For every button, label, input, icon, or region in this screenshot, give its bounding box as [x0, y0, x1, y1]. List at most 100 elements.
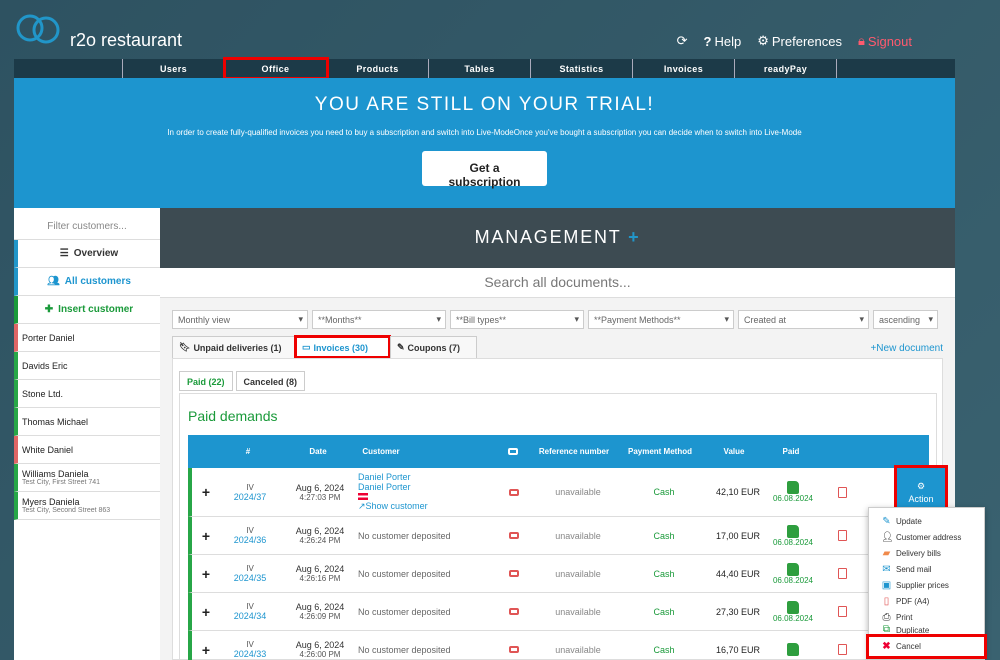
customer-link[interactable]: Daniel Porter	[358, 482, 411, 492]
customer-sidebar: Filter customers... ☰ Overview 👥︎ All cust…	[14, 208, 160, 660]
plus-icon: ✚	[44, 304, 54, 315]
inbox-icon	[509, 646, 519, 653]
nav-office[interactable]: Office	[223, 57, 329, 80]
table-row[interactable]: + IV 2024/35 Aug 6, 2024 4:26:16 PM No cus…	[188, 555, 929, 593]
months-select[interactable]: **Months**	[312, 310, 446, 329]
money-icon: ▣	[881, 579, 892, 591]
invoice-number-link[interactable]: 2024/36	[234, 535, 267, 545]
menu-item-pdf[interactable]: ▯ PDF (A4)	[869, 593, 984, 609]
menu-item-send-mail[interactable]: ✉ Send mail	[869, 561, 984, 577]
menu-item-update[interactable]: ✎ Update	[869, 513, 984, 529]
customer-item[interactable]: Myers Daniela Test City, Second Street 86…	[14, 492, 160, 520]
menu-item-customer-address[interactable]: 👤︎ Customer address	[869, 529, 984, 545]
top-bar: r2o restaurant ⟳ ? Help ⚙ Preferences 🔒︎ Si…	[0, 0, 1000, 58]
document-tabs: 🔖︎ Unpaid deliveries (1) ▭ Invoices (30) ✎…	[172, 335, 477, 359]
new-document-link[interactable]: +New document	[870, 343, 943, 354]
header-value: Value	[723, 447, 745, 456]
subtab-paid[interactable]: Paid (22)	[179, 371, 233, 391]
preferences-link[interactable]: ⚙ Preferences	[757, 33, 842, 49]
close-icon: ✖	[882, 641, 891, 652]
paid-demands-title: Paid demands	[188, 408, 278, 424]
gear-icon: ⚙	[916, 480, 926, 491]
expand-icon[interactable]: +	[202, 566, 210, 582]
view-select[interactable]: Monthly view	[172, 310, 308, 329]
table-row[interactable]: + IV 2024/34 Aug 6, 2024 4:26:09 PM No cus…	[188, 593, 929, 631]
refresh-icon: ⟳	[676, 33, 688, 48]
customer-item[interactable]: Davids Eric	[14, 352, 160, 380]
tab-unpaid-deliveries[interactable]: 🔖︎ Unpaid deliveries (1)	[172, 336, 295, 358]
subtab-canceled[interactable]: Canceled (8)	[235, 371, 306, 391]
customer-item[interactable]: Porter Daniel	[14, 324, 160, 352]
customer-item[interactable]: Thomas Michael	[14, 408, 160, 436]
pdf-icon[interactable]	[837, 486, 847, 498]
pdf-icon[interactable]	[837, 606, 847, 617]
nav-statistics[interactable]: Statistics	[531, 59, 633, 78]
customer-link[interactable]: Daniel Porter	[358, 472, 411, 482]
get-subscription-button[interactable]: Get a subscription	[422, 151, 547, 189]
customer-item[interactable]: Williams Daniela Test City, First Street …	[14, 464, 160, 492]
help-icon: ?	[703, 33, 712, 49]
tab-invoices[interactable]: ▭ Invoices (30)	[294, 335, 391, 359]
austria-flag-icon	[358, 493, 368, 500]
menu-item-duplicate[interactable]: ⧉ Duplicate	[869, 625, 984, 635]
pdf-icon[interactable]	[837, 644, 847, 655]
invoice-number-link[interactable]: 2024/33	[234, 649, 267, 659]
invoice-number-link[interactable]: 2024/35	[234, 573, 267, 583]
pdf-icon[interactable]	[837, 530, 847, 541]
refresh-button[interactable]: ⟳	[677, 33, 688, 49]
help-link[interactable]: ? Help	[704, 34, 742, 49]
header-num: #	[245, 447, 251, 456]
signout-link[interactable]: 🔒︎ Signout	[858, 33, 912, 49]
filter-customers-input[interactable]: Filter customers...	[14, 208, 160, 240]
status-subtabs: Paid (22) Canceled (8)	[179, 371, 306, 391]
invoice-number-link[interactable]: 2024/37	[234, 492, 267, 502]
table-row[interactable]: + IV 2024/36 Aug 6, 2024 4:26:24 PM No cus…	[188, 517, 929, 555]
all-customers-button[interactable]: 👥︎ All customers	[14, 268, 160, 296]
menu-item-delivery-bills[interactable]: ▰ Delivery bills	[869, 545, 984, 561]
nav-users[interactable]: Users	[123, 59, 225, 78]
trial-banner: YOU ARE STILL ON YOUR TRIAL! In order to…	[14, 78, 955, 208]
search-documents-input[interactable]: Search all documents...	[160, 268, 955, 298]
insert-customer-button[interactable]: ✚ Insert customer	[14, 296, 160, 324]
card-icon: ▭	[302, 342, 311, 352]
thumbs-up-icon	[787, 562, 799, 576]
customer-item[interactable]: White Daniel	[14, 436, 160, 464]
expand-icon[interactable]: +	[202, 528, 210, 544]
magic-wand-icon: ✎	[882, 515, 891, 527]
overview-button[interactable]: ☰ Overview	[14, 240, 160, 268]
table-header: # Date Customer Reference number Payment…	[188, 435, 929, 468]
bookmark-icon: 🔖︎	[179, 342, 191, 352]
sort-order-select[interactable]: ascending	[873, 310, 938, 329]
expand-icon[interactable]: +	[202, 642, 210, 658]
top-nav: ⟳ ? Help ⚙ Preferences 🔒︎ Signout	[677, 33, 912, 49]
lock-icon: 🔒︎	[857, 33, 865, 48]
thumbs-up-icon	[787, 481, 799, 494]
filter-bar: Monthly view **Months** **Bill types** *…	[172, 310, 938, 329]
tab-coupons[interactable]: ✎ Coupons (7)	[390, 336, 477, 358]
show-customer-link[interactable]: ↗Show customer	[358, 501, 428, 512]
payment-methods-select[interactable]: **Payment Methods**	[588, 310, 734, 329]
inbox-icon	[509, 570, 519, 577]
menu-item-cancel[interactable]: ✖ Cancel	[866, 634, 987, 659]
magic-wand-icon: ✎	[397, 342, 405, 352]
menu-item-supplier-prices[interactable]: ▣ Supplier prices	[869, 577, 984, 593]
customer-item[interactable]: Stone Ltd.	[14, 380, 160, 408]
expand-icon[interactable]: +	[202, 604, 210, 620]
print-icon: ⎙	[882, 611, 891, 623]
mail-icon: ✉	[882, 563, 891, 575]
menu-item-print[interactable]: ⎙ Print	[869, 609, 984, 625]
pdf-icon: ▯	[883, 595, 890, 607]
expand-icon[interactable]: +	[202, 484, 210, 500]
nav-readypay[interactable]: readyPay	[735, 59, 837, 78]
pdf-icon[interactable]	[837, 568, 847, 579]
table-row[interactable]: + IV 2024/33 Aug 6, 2024 4:26:00 PM No cus…	[188, 631, 929, 660]
nav-products[interactable]: Products	[327, 59, 429, 78]
add-management-button[interactable]: +	[628, 227, 640, 247]
sort-field-select[interactable]: Created at	[738, 310, 869, 329]
nav-tables[interactable]: Tables	[429, 59, 531, 78]
nav-invoices[interactable]: Invoices	[633, 59, 735, 78]
invoice-number-link[interactable]: 2024/34	[234, 611, 267, 621]
header-customer: Customer	[362, 447, 400, 456]
bill-types-select[interactable]: **Bill types**	[450, 310, 584, 329]
table-row[interactable]: + IV 2024/37 Aug 6, 2024 4:27:03 PM Daniel…	[188, 465, 948, 519]
